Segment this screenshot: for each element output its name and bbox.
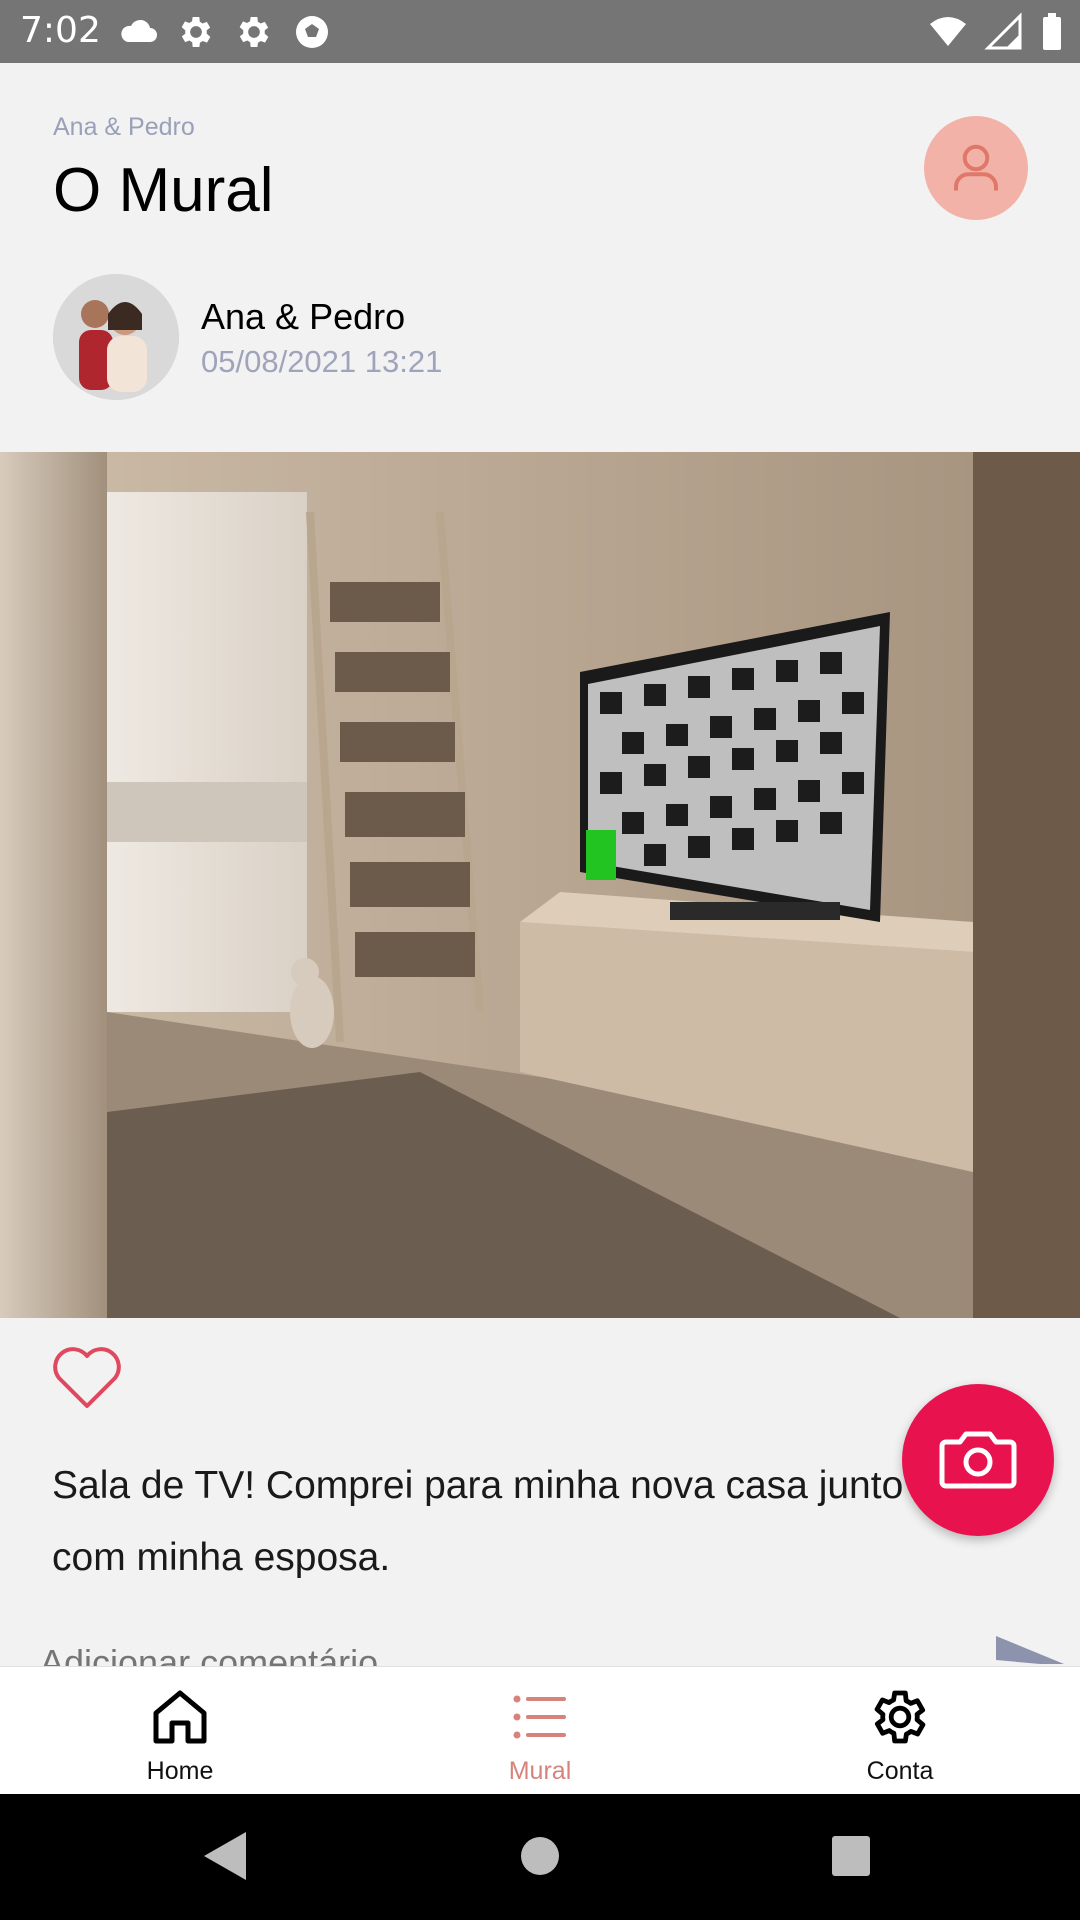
status-notification-icons bbox=[118, 12, 332, 52]
couple-photo bbox=[53, 274, 179, 400]
camera-fab-button[interactable] bbox=[902, 1384, 1054, 1536]
nav-conta[interactable]: Conta bbox=[720, 1667, 1080, 1795]
page-subtitle: Ana & Pedro bbox=[53, 113, 195, 141]
battery-icon bbox=[1043, 13, 1061, 50]
signal-icon bbox=[984, 12, 1022, 50]
recents-icon[interactable] bbox=[830, 1830, 872, 1882]
cloud-icon bbox=[121, 19, 157, 42]
gear-icon bbox=[239, 17, 269, 47]
list-icon bbox=[513, 1695, 566, 1739]
gear-icon bbox=[181, 17, 211, 47]
user-icon bbox=[954, 144, 998, 191]
post-date: 05/08/2021 13:21 bbox=[201, 344, 443, 379]
post-caption: Sala de TV! Comprei para minha nova casa… bbox=[52, 1464, 904, 1579]
home-circle-icon[interactable] bbox=[520, 1830, 560, 1882]
nav-home-label: Home bbox=[146, 1757, 214, 1785]
camera-icon bbox=[939, 1431, 1017, 1489]
status-bar: 7:02 bbox=[0, 0, 1080, 63]
profile-button[interactable] bbox=[924, 116, 1028, 220]
home-icon bbox=[153, 1690, 207, 1744]
wifi-icon bbox=[930, 17, 966, 46]
send-icon bbox=[996, 1636, 1064, 1664]
room-photo bbox=[0, 452, 1080, 1318]
page-title: O Mural bbox=[53, 156, 274, 225]
soccer-ball-icon bbox=[296, 16, 328, 48]
back-icon[interactable] bbox=[202, 1830, 248, 1882]
status-system-icons bbox=[928, 12, 1064, 52]
post-photo[interactable] bbox=[0, 452, 1080, 1318]
system-navigation-bar bbox=[0, 1794, 1080, 1920]
page-header: Ana & Pedro O Mural bbox=[0, 63, 1080, 253]
avatar[interactable] bbox=[53, 274, 179, 400]
post-author-name: Ana & Pedro bbox=[201, 296, 406, 337]
nav-home[interactable]: Home bbox=[0, 1667, 360, 1795]
post-author: Ana & Pedro 05/08/2021 13:21 bbox=[53, 272, 1033, 402]
send-comment-button[interactable] bbox=[996, 1634, 1066, 1664]
gear-icon bbox=[874, 1690, 926, 1744]
status-time: 7:02 bbox=[20, 10, 101, 51]
bottom-navigation: Home Mural Conta bbox=[0, 1666, 1080, 1795]
heart-outline-icon bbox=[53, 1347, 121, 1408]
comment-field[interactable] bbox=[40, 1630, 990, 1670]
like-button[interactable] bbox=[50, 1346, 124, 1412]
nav-mural-label: Mural bbox=[508, 1757, 572, 1785]
nav-conta-label: Conta bbox=[866, 1757, 934, 1785]
nav-mural[interactable]: Mural bbox=[360, 1667, 720, 1795]
